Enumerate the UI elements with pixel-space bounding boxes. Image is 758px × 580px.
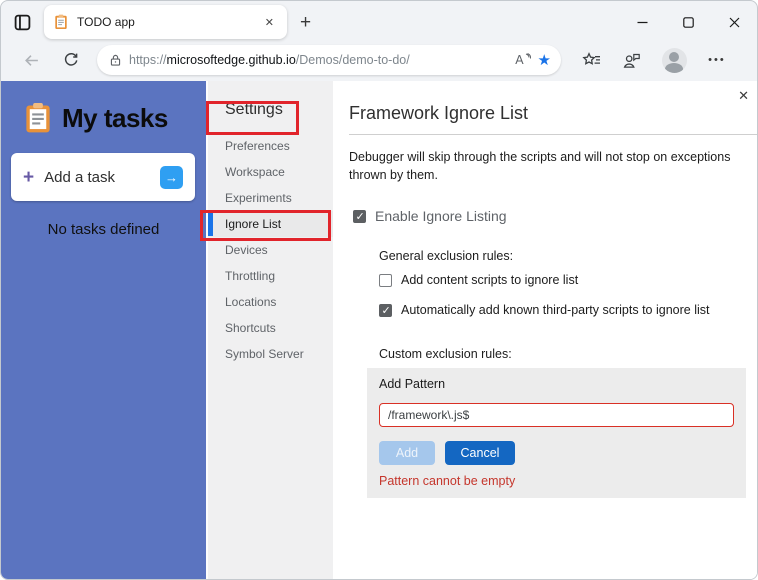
tab-close-icon[interactable]: ✕ [261,14,278,31]
app-header: My tasks [23,102,198,134]
add-task-button[interactable]: + Add a task → [11,153,195,201]
content-scripts-label: Add content scripts to ignore list [401,273,579,288]
add-pattern-label: Add Pattern [379,377,446,392]
avatar-head [669,51,680,62]
enable-ignore-listing-checkbox[interactable] [353,209,366,223]
person-feedback-icon[interactable] [623,52,641,69]
tab-favicon-clipboard-icon [53,14,69,30]
refresh-icon[interactable] [57,52,85,68]
settings-item-workspace[interactable]: Workspace [208,159,333,185]
toolbar-right-icons: ••• [561,47,747,73]
custom-rules-label: Custom exclusion rules: [379,347,512,362]
todo-app-sidebar: My tasks + Add a task → No tasks defined [1,81,206,579]
address-bar[interactable]: https://microsoftedge.github.io/Demos/de… [97,45,561,75]
settings-item-symbol-server[interactable]: Symbol Server [208,341,333,367]
profile-avatar[interactable] [661,47,687,73]
plus-icon: + [23,166,35,188]
tab-actions-menu-icon[interactable] [14,14,31,31]
title-divider [349,134,757,135]
pattern-error-message: Pattern cannot be empty [379,474,516,489]
close-window-button[interactable] [711,1,757,43]
settings-more-icon[interactable]: ••• [708,54,726,66]
new-tab-button[interactable]: + [300,13,311,32]
clipboard-logo-icon [23,102,53,134]
enable-ignore-listing-row[interactable]: Enable Ignore Listing [353,208,746,224]
panel-description: Debugger will skip through the scripts a… [349,150,731,183]
cancel-button[interactable]: Cancel [445,441,515,466]
pattern-buttons: Add Cancel [379,441,734,466]
submit-task-arrow-button[interactable]: → [160,165,183,189]
general-rules-label: General exclusion rules: [379,249,514,264]
settings-item-preferences[interactable]: Preferences [208,133,333,159]
favorites-collections-icon[interactable] [582,51,601,69]
pattern-input[interactable] [379,403,734,428]
back-icon[interactable] [17,52,45,69]
panel-title: Framework Ignore List [349,103,529,123]
browser-window: TODO app ✕ + https://microsoftedge.githu… [0,0,758,580]
third-party-label: Automatically add known third-party scri… [401,303,710,318]
maximize-button[interactable] [665,1,711,43]
add-task-label: Add a task [44,168,115,186]
window-controls [619,1,757,43]
settings-title: Settings [225,101,283,118]
settings-item-throttling[interactable]: Throttling [208,263,333,289]
favorite-star-icon[interactable]: ★ [538,53,551,68]
read-aloud-icon[interactable]: A [515,53,531,67]
avatar-body [665,62,684,73]
lock-icon [109,53,122,67]
third-party-row[interactable]: Automatically add known third-party scri… [379,303,746,317]
settings-item-devices[interactable]: Devices [208,237,333,263]
url-text[interactable]: https://microsoftedge.github.io/Demos/de… [129,53,508,67]
settings-item-experiments[interactable]: Experiments [208,185,333,211]
navigation-toolbar: https://microsoftedge.github.io/Demos/de… [1,43,757,81]
framework-ignore-list-panel: ✕ Framework Ignore List Debugger will sk… [333,81,757,579]
app-title: My tasks [62,102,168,133]
add-pattern-box: Add Pattern Add Cancel Pattern cannot be… [367,368,746,499]
content-scripts-checkbox[interactable] [379,273,392,287]
devtools-settings-menu: Settings Preferences Workspace Experimen… [206,81,333,579]
settings-item-shortcuts[interactable]: Shortcuts [208,315,333,341]
empty-tasks-message: No tasks defined [47,221,160,238]
close-icon[interactable]: ✕ [738,88,749,104]
enable-ignore-listing-label: Enable Ignore Listing [375,208,507,225]
settings-item-ignore-list[interactable]: Ignore List [208,211,333,237]
content-scripts-row[interactable]: Add content scripts to ignore list [379,273,746,287]
title-bar: TODO app ✕ + [1,1,757,43]
page-content: My tasks + Add a task → No tasks defined… [1,81,757,579]
browser-tab[interactable]: TODO app ✕ [44,5,287,39]
add-button[interactable]: Add [379,441,435,466]
settings-item-locations[interactable]: Locations [208,289,333,315]
minimize-button[interactable] [619,1,665,43]
selected-indicator-bar [208,212,213,236]
tab-title: TODO app [77,15,135,29]
third-party-checkbox[interactable] [379,303,392,317]
